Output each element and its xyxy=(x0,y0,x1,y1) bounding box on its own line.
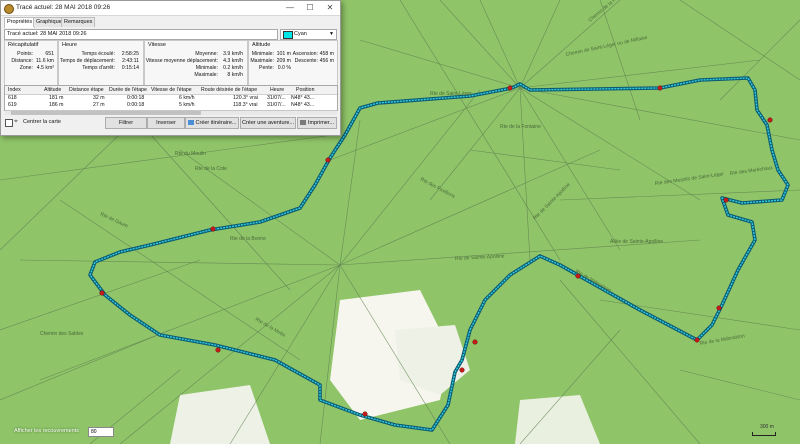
stat-label: Vitesse moyenne déplacement: xyxy=(145,58,218,64)
track-properties-window: Tracé actuel: 28 MAI 2018 09:26 — ☐ ✕ Pr… xyxy=(0,0,341,136)
stat-value: 8 km/h xyxy=(227,72,243,78)
map-label: Rte de la Bonne xyxy=(230,236,266,242)
stat-label: Moyenne: xyxy=(195,51,218,57)
show-overlays-link[interactable]: Afficher les recouvrements xyxy=(14,428,79,434)
stat-label: Minimale: xyxy=(195,65,218,71)
stat-value: 458 m xyxy=(319,51,334,57)
table-row[interactable]: 619 186 m 27 m 0:00:18 5 km/h 118.3° vra… xyxy=(5,101,337,109)
map-label: Rte de la Cote xyxy=(195,166,227,172)
window-title: Tracé actuel: 28 MAI 2018 09:26 xyxy=(16,4,111,11)
scale-bar xyxy=(752,432,776,436)
column-header[interactable]: Route désirée de l'étape xyxy=(201,86,257,94)
print-label: Imprimer... xyxy=(308,120,334,126)
tab-notes[interactable]: Remarques xyxy=(61,17,96,27)
action-bar: ⌖ Centrer la carte Filtrer Inverser Crée… xyxy=(1,115,340,133)
cell-altitude: 186 m xyxy=(49,102,64,108)
speed-group: Vitesse Moyenne: 3.9 km/h Vitesse moyenn… xyxy=(144,40,248,86)
column-header[interactable]: Durée de l'étape xyxy=(109,86,147,94)
color-swatch xyxy=(283,31,293,39)
center-map-checkbox[interactable] xyxy=(5,119,13,127)
cell-time: 31/07/... xyxy=(267,102,286,108)
stat-label: Maximale: xyxy=(194,72,218,78)
group-title: Récapitulatif xyxy=(8,42,39,48)
map-icon: ⌖ xyxy=(14,118,18,125)
track-name-field[interactable]: Tracé actuel: 28 MAI 2018 09:26 xyxy=(4,29,278,40)
time-group: Heure Temps écoulé: 2:58:25 Temps de dép… xyxy=(58,40,144,86)
chevron-down-icon: ▼ xyxy=(329,31,334,37)
cell-distance: 27 m xyxy=(93,102,105,108)
title-bar[interactable]: Tracé actuel: 28 MAI 2018 09:26 — ☐ ✕ xyxy=(1,1,340,16)
close-button[interactable]: ✕ xyxy=(320,1,340,15)
stat-value: 4.3 km/h xyxy=(223,58,243,64)
stat-value: 0.0 % xyxy=(277,65,291,71)
stat-value: 209 m xyxy=(276,58,291,64)
stat-label: Temps écoulé: xyxy=(81,51,115,57)
cell-index: 619 xyxy=(8,102,17,108)
stat-label: Temps de déplacement: xyxy=(59,58,115,64)
app-icon xyxy=(4,4,14,14)
stat-value: 0.2 km/h xyxy=(223,65,243,71)
map-label: Rte de la Fontaine xyxy=(500,124,541,130)
stat-value: 4.5 km² xyxy=(36,65,54,71)
column-header[interactable]: Vitesse de l'étape xyxy=(151,86,192,94)
altitude-group: Altitude Minimale: 101 m Ascension: 458 … xyxy=(248,40,338,86)
cell-duration: 0:00:18 xyxy=(127,102,145,108)
column-header[interactable]: Index xyxy=(8,86,21,94)
print-button[interactable]: Imprimer... xyxy=(297,117,337,129)
stat-value: 2:43:11 xyxy=(122,58,139,64)
maximize-button[interactable]: ☐ xyxy=(300,1,320,15)
cell-speed: 5 km/h xyxy=(179,102,195,108)
summary-group: Récapitulatif Points: 651 Distance: 11.6… xyxy=(4,40,58,86)
stat-value: 3.9 km/h xyxy=(223,51,243,57)
tab-graph[interactable]: Graphique xyxy=(33,17,65,27)
column-header[interactable]: Heure xyxy=(270,86,284,94)
stat-value: 456 m xyxy=(319,58,334,64)
column-header[interactable]: Altitude xyxy=(44,86,61,94)
stat-label: Temps d'arrêt: xyxy=(82,65,115,71)
stat-value: 101 m xyxy=(276,51,291,57)
scale-label: 300 m xyxy=(760,424,774,430)
zoom-level-field[interactable]: 80 xyxy=(88,427,114,437)
cell-position: N48° 43... xyxy=(291,102,315,108)
stat-label: Distance: xyxy=(11,58,33,64)
center-map-label[interactable]: Centrer la carte xyxy=(23,119,61,125)
stat-label: Ascension: xyxy=(292,51,318,57)
minimize-button[interactable]: — xyxy=(280,1,300,15)
color-select[interactable]: Cyan ▼ xyxy=(280,29,337,40)
stat-label: Maximale: xyxy=(250,58,274,64)
printer-icon xyxy=(300,120,306,126)
map-status-bar: Afficher les recouvrements 80 300 m xyxy=(0,424,800,444)
create-route-label: Créer itinéraire... xyxy=(195,120,237,126)
reverse-button[interactable]: Inverser xyxy=(147,117,185,129)
route-icon xyxy=(187,120,194,126)
stat-value: 2:58:25 xyxy=(121,51,139,57)
color-label: Cyan xyxy=(294,31,307,37)
map-label: Rte de Saint-Léger xyxy=(430,91,472,97)
map-label: Chemin des Sables xyxy=(40,331,84,337)
stat-label: Zone: xyxy=(19,65,33,71)
filter-button[interactable]: Filtrer xyxy=(105,117,147,129)
map-label: Rte du Moulin xyxy=(175,151,206,157)
map-label: Allée de Sainte-Apolline xyxy=(610,239,663,245)
stat-value: 11.6 km xyxy=(35,58,54,64)
cell-course: 118.3° vrai xyxy=(233,102,258,108)
track-points-table[interactable]: Index Altitude Distance étape Durée de l… xyxy=(4,85,338,115)
column-header[interactable]: Position xyxy=(296,86,314,94)
tab-properties[interactable]: Propriétés xyxy=(4,17,36,28)
create-activity-button[interactable]: Créer une aventure... xyxy=(240,117,296,129)
stat-label: Points: xyxy=(17,51,33,57)
stat-value: 0:15:14 xyxy=(121,65,139,71)
stat-value: 651 xyxy=(45,51,54,57)
stat-label: Pente: xyxy=(259,65,274,71)
group-title: Heure xyxy=(62,42,77,48)
group-title: Altitude xyxy=(252,42,271,48)
stat-label: Minimale: xyxy=(251,51,274,57)
column-header[interactable]: Distance étape xyxy=(69,86,104,94)
group-title: Vitesse xyxy=(148,42,166,48)
stat-label: Descente: xyxy=(294,58,318,64)
create-route-button[interactable]: Créer itinéraire... xyxy=(185,117,239,129)
